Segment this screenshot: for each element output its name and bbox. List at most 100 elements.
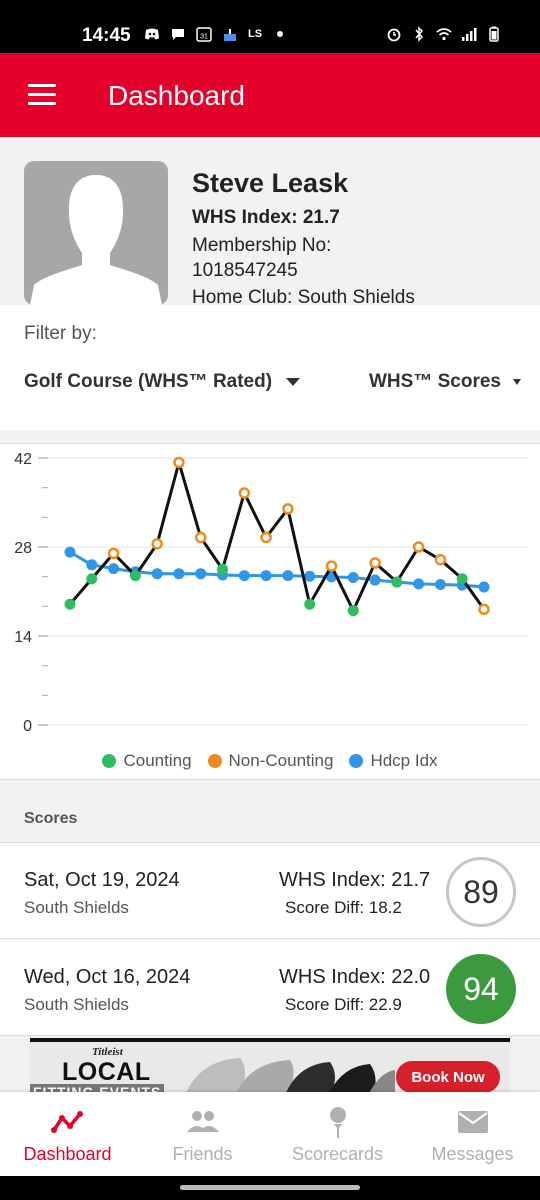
legend-label-counting: Counting (123, 751, 192, 770)
non-counting-score-point (282, 503, 294, 515)
score-diff: Score Diff: 18.2 (285, 898, 402, 917)
hdcp-idx-point (347, 572, 359, 584)
hdcp-idx-point (195, 568, 207, 580)
hdcp-idx-point (238, 570, 250, 582)
person-silhouette-icon (30, 175, 162, 305)
battery-icon (489, 26, 499, 42)
svg-text:31: 31 (200, 34, 208, 41)
profile-whs-index: WHS Index: 21.7 (192, 207, 340, 228)
hdcp-idx-point (151, 568, 163, 580)
score-badge: 89 (446, 857, 516, 927)
signal-icon (462, 28, 477, 41)
legend-label-hdcp-idx: Hdcp Idx (370, 751, 438, 770)
non-counting-score-point (151, 538, 163, 550)
status-notification-icons: 31 LS (144, 26, 288, 42)
non-counting-score-point (412, 541, 425, 553)
score-date: Sat, Oct 19, 2024 (24, 869, 180, 891)
course-filter-dropdown[interactable]: Golf Course (WHS™ Rated) (24, 371, 301, 393)
envelope-icon (457, 1111, 488, 1133)
legend-hdcp-idx: Hdcp Idx (349, 751, 438, 771)
dropdown-arrow-icon (286, 378, 301, 386)
score-row[interactable]: Sat, Oct 19, 2024 South Shields WHS Inde… (0, 843, 540, 939)
hdcp-idx-point (173, 568, 185, 580)
hdcp-idx-point (369, 574, 381, 586)
non-counting-score-point (434, 553, 447, 566)
discord-icon (145, 28, 159, 40)
legend-non-counting: Non-Counting (207, 751, 334, 771)
non-counting-score-point (107, 547, 120, 560)
hdcp-idx-point (413, 578, 425, 590)
status-bar: 14:45 31 LS (0, 0, 540, 53)
score-row[interactable]: Wed, Oct 16, 2024 South Shields WHS Inde… (0, 940, 540, 1036)
filter-label: Filter by: (24, 323, 97, 344)
profile-name: Steve Leask (192, 168, 349, 198)
wifi-icon (436, 28, 452, 41)
non-counting-score-point (260, 531, 272, 544)
legend-label-non-counting: Non-Counting (228, 751, 334, 770)
ad-book-now-button[interactable]: Book Now (396, 1061, 500, 1092)
ad-brand-logo: Titleist (92, 1046, 123, 1058)
hdcp-idx-point (260, 570, 272, 582)
non-counting-score-point (478, 603, 490, 616)
non-counting-score-point (173, 456, 185, 469)
y-tick-label: 14 (14, 629, 32, 646)
score-chart: 0 14 28 42 (14, 451, 528, 735)
hdcp-idx-point (434, 579, 446, 591)
hdcp-idx-point (108, 563, 120, 575)
score-course: South Shields (24, 995, 129, 1014)
nav-dashboard[interactable]: Dashboard (0, 1092, 135, 1176)
status-time: 14:45 (82, 25, 131, 46)
hdcp-idx-point (304, 570, 316, 582)
ad-headline: LOCAL (62, 1058, 151, 1086)
membership-number: 1018547245 (192, 260, 298, 281)
legend-swatch-hdcp-idx (349, 754, 364, 768)
counting-score-point (129, 570, 141, 582)
nav-messages[interactable]: Messages (405, 1092, 540, 1176)
y-tick-label: 42 (14, 451, 32, 468)
scores-filter-dropdown[interactable]: WHS™ Scores (369, 371, 521, 393)
legend-swatch-counting (102, 754, 117, 768)
nav-label: Messages (431, 1144, 514, 1164)
bluetooth-icon (415, 26, 424, 42)
nav-friends[interactable]: Friends (135, 1092, 270, 1176)
status-system-icons (386, 26, 502, 42)
chart-legend: Counting Non-Counting Hdcp Idx (0, 751, 540, 771)
home-club: Home Club: South Shields (192, 287, 415, 305)
avatar[interactable] (24, 161, 168, 305)
nav-label: Dashboard (23, 1144, 112, 1164)
filter-panel: Filter by: Golf Course (WHS™ Rated) WHS™… (0, 305, 540, 430)
y-tick-label: 0 (23, 718, 32, 735)
app-bar: Dashboard (0, 53, 540, 137)
scores-title: Scores (24, 810, 78, 827)
membership-label: Membership No: (192, 235, 332, 256)
score-line (68, 456, 486, 615)
hdcp-idx-point (478, 581, 490, 593)
counting-score-point (64, 598, 76, 610)
score-badge: 94 (446, 954, 516, 1024)
counting-score-point (86, 573, 98, 585)
counting-score-point (456, 573, 468, 585)
gesture-handle[interactable] (180, 1185, 360, 1190)
hdcp-idx-point (282, 570, 294, 582)
ad-banner[interactable]: Titleist LOCAL FITTING EVENTS Book Now (30, 1038, 510, 1092)
alarm-icon (387, 28, 401, 42)
nav-scorecards[interactable]: Scorecards (270, 1092, 405, 1176)
score-chart-card: 0 14 28 42 Counting Non-Counting Hdcp Idx (0, 443, 540, 780)
counting-score-point (347, 605, 359, 617)
course-filter-label: Golf Course (WHS™ Rated) (24, 371, 273, 392)
dropdown-arrow-icon (512, 379, 521, 385)
counting-score-point (217, 563, 229, 575)
carrier-tag: LS (248, 28, 263, 40)
nav-label: Friends (172, 1144, 233, 1164)
people-icon (186, 1111, 219, 1132)
golf-tee-icon (329, 1107, 346, 1138)
score-whs-index: WHS Index: 21.7 (279, 869, 431, 891)
counting-score-point (304, 598, 316, 610)
hdcp-idx-point (64, 546, 76, 558)
golf-club-heads-image (186, 1058, 395, 1092)
legend-counting: Counting (102, 751, 192, 771)
counting-score-point (391, 576, 403, 588)
ad-subline: FITTING EVENTS (30, 1084, 165, 1092)
score-whs-index: WHS Index: 22.0 (279, 966, 431, 988)
hamburger-menu-icon[interactable] (28, 84, 56, 106)
